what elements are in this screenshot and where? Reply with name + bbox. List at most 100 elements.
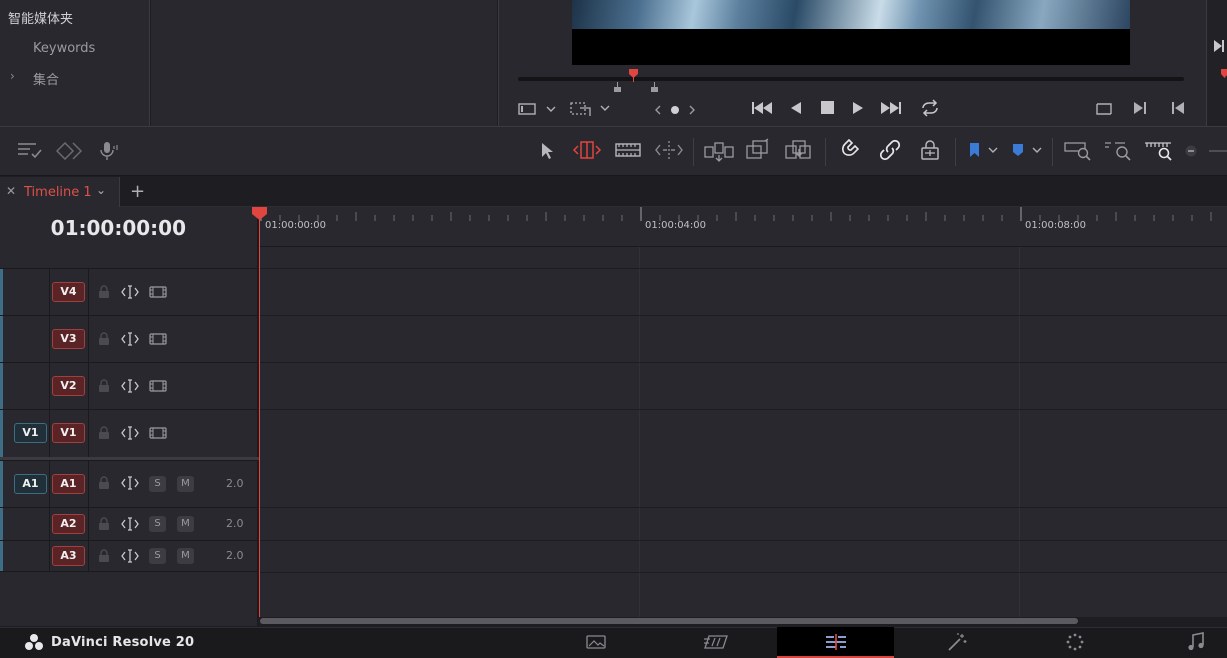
mute-button-a2[interactable]: M (177, 516, 194, 532)
snapping-magnet-icon[interactable] (840, 139, 862, 161)
ruler-label: 01:00:00:00 (265, 220, 327, 231)
track-destination-a3[interactable]: A3 (52, 546, 85, 566)
auto-select-icon[interactable] (121, 332, 139, 346)
timeline-playhead[interactable] (259, 213, 260, 617)
track-destination-v4[interactable]: V4 (52, 282, 85, 302)
linked-selection-icon[interactable] (878, 139, 902, 161)
loop-icon[interactable] (919, 99, 941, 117)
auto-select-icon[interactable] (121, 426, 139, 440)
viewer-scrub-bar[interactable] (518, 77, 1184, 81)
jump-to-start-icon[interactable] (751, 101, 773, 115)
dynamic-trim-icon[interactable] (615, 141, 641, 159)
auto-select-icon[interactable] (121, 379, 139, 393)
add-timeline-tab-button[interactable]: + (130, 181, 145, 202)
chevron-down-icon[interactable]: ⌄ (96, 183, 106, 197)
color-page-icon[interactable] (1065, 632, 1085, 652)
timeline-track-area[interactable] (259, 247, 1227, 617)
mute-button-a3[interactable]: M (177, 548, 194, 564)
timeline-gridline (1019, 247, 1020, 617)
solo-button-a2[interactable]: S (149, 516, 166, 532)
clip-toggle-icon[interactable] (149, 285, 167, 299)
davinci-logo-icon (24, 633, 44, 651)
lock-track-icon[interactable] (98, 379, 110, 393)
replace-clip-icon[interactable] (784, 138, 814, 162)
clip-toggle-icon[interactable] (149, 332, 167, 346)
media-page-icon[interactable] (586, 634, 606, 650)
app-title: DaVinci Resolve 20 (51, 635, 195, 650)
close-icon[interactable]: ✕ (6, 184, 16, 198)
selection-pointer-icon[interactable] (539, 141, 555, 161)
channel-format-a1: 2.0 (226, 477, 244, 490)
voiceover-mic-icon[interactable] (98, 140, 120, 162)
auto-select-icon[interactable] (121, 517, 139, 531)
position-lock-icon[interactable] (919, 139, 941, 161)
clip-toggle-icon[interactable] (149, 379, 167, 393)
track-destination-a2[interactable]: A2 (52, 514, 85, 534)
lock-track-icon[interactable] (98, 517, 110, 531)
source-playhead-icon[interactable] (1220, 68, 1227, 82)
marker-icon[interactable] (1011, 142, 1045, 158)
detail-zoom-icon[interactable] (1104, 140, 1132, 162)
stop-icon[interactable] (821, 101, 834, 114)
cut-page-icon[interactable] (703, 634, 729, 650)
lock-track-icon[interactable] (98, 332, 110, 346)
transform-mode-icon[interactable] (570, 100, 612, 118)
jog-wheel-icon[interactable] (654, 103, 696, 117)
track-source-a1[interactable]: A1 (14, 474, 47, 494)
auto-select-icon[interactable] (121, 549, 139, 563)
match-frame-icon[interactable] (1094, 101, 1114, 117)
channel-format-a2: 2.0 (226, 517, 244, 530)
timeline-view-options-icon[interactable] (17, 141, 43, 161)
viewer-playhead-icon[interactable] (628, 68, 639, 82)
edit-page-icon[interactable] (824, 633, 848, 651)
overwrite-clip-icon[interactable] (745, 138, 771, 162)
mark-out-icon[interactable] (1132, 101, 1148, 115)
timeline-gridline (639, 247, 640, 617)
tab-timeline-1[interactable]: ✕ Timeline 1 ⌄ (0, 177, 120, 207)
track-destination-v2[interactable]: V2 (52, 376, 85, 396)
play-icon[interactable] (1213, 39, 1225, 53)
fairlight-page-icon[interactable] (1187, 632, 1205, 652)
track-destination-v3[interactable]: V3 (52, 329, 85, 349)
out-point-marker-icon[interactable] (650, 82, 659, 92)
flag-icon[interactable] (968, 142, 1000, 158)
clip-toggle-icon[interactable] (149, 426, 167, 440)
custom-zoom-icon[interactable] (1144, 140, 1174, 162)
lock-track-icon[interactable] (98, 549, 110, 563)
blade-edit-icon[interactable] (654, 140, 684, 160)
auto-select-icon[interactable] (121, 285, 139, 299)
auto-select-icon[interactable] (121, 476, 139, 490)
zoom-out-icon[interactable] (1185, 144, 1227, 158)
tab-label: Timeline 1 (24, 185, 92, 200)
in-point-marker-icon[interactable] (613, 82, 622, 92)
timeline-timecode[interactable]: 01:00:00:00 (0, 207, 258, 247)
timeline-tab-bar (0, 177, 1227, 207)
solo-button-a1[interactable]: S (149, 476, 166, 492)
jump-to-end-icon[interactable] (880, 101, 902, 115)
track-destination-a1[interactable]: A1 (52, 474, 85, 494)
solo-button-a3[interactable]: S (149, 548, 166, 564)
clip-display-icon[interactable] (518, 102, 558, 116)
insert-clip-icon[interactable] (704, 140, 734, 162)
channel-format-a3: 2.0 (226, 549, 244, 562)
track-destination-v1[interactable]: V1 (52, 423, 85, 443)
mute-button-a1[interactable]: M (177, 476, 194, 492)
full-extent-zoom-icon[interactable] (1064, 140, 1092, 162)
lock-track-icon[interactable] (98, 476, 110, 490)
keyframe-diamond-icon[interactable] (56, 142, 84, 160)
fusion-page-icon[interactable] (946, 632, 968, 652)
smart-bin-keywords[interactable]: Keywords (33, 41, 95, 56)
chevron-right-icon[interactable]: › (10, 69, 15, 83)
playhead-handle-icon[interactable] (251, 206, 268, 221)
track-source-v1[interactable]: V1 (14, 423, 47, 443)
trim-edit-icon[interactable] (572, 140, 602, 160)
play-reverse-icon[interactable] (790, 101, 802, 115)
smart-bin-collections[interactable]: 集合 (33, 69, 59, 88)
play-icon[interactable] (852, 101, 864, 115)
scrollbar-thumb[interactable] (260, 618, 1078, 624)
viewer-image (572, 0, 1130, 29)
lock-track-icon[interactable] (98, 426, 110, 440)
mark-in-icon[interactable] (1170, 101, 1186, 115)
lock-track-icon[interactable] (98, 285, 110, 299)
ruler-ticks (260, 207, 1212, 221)
